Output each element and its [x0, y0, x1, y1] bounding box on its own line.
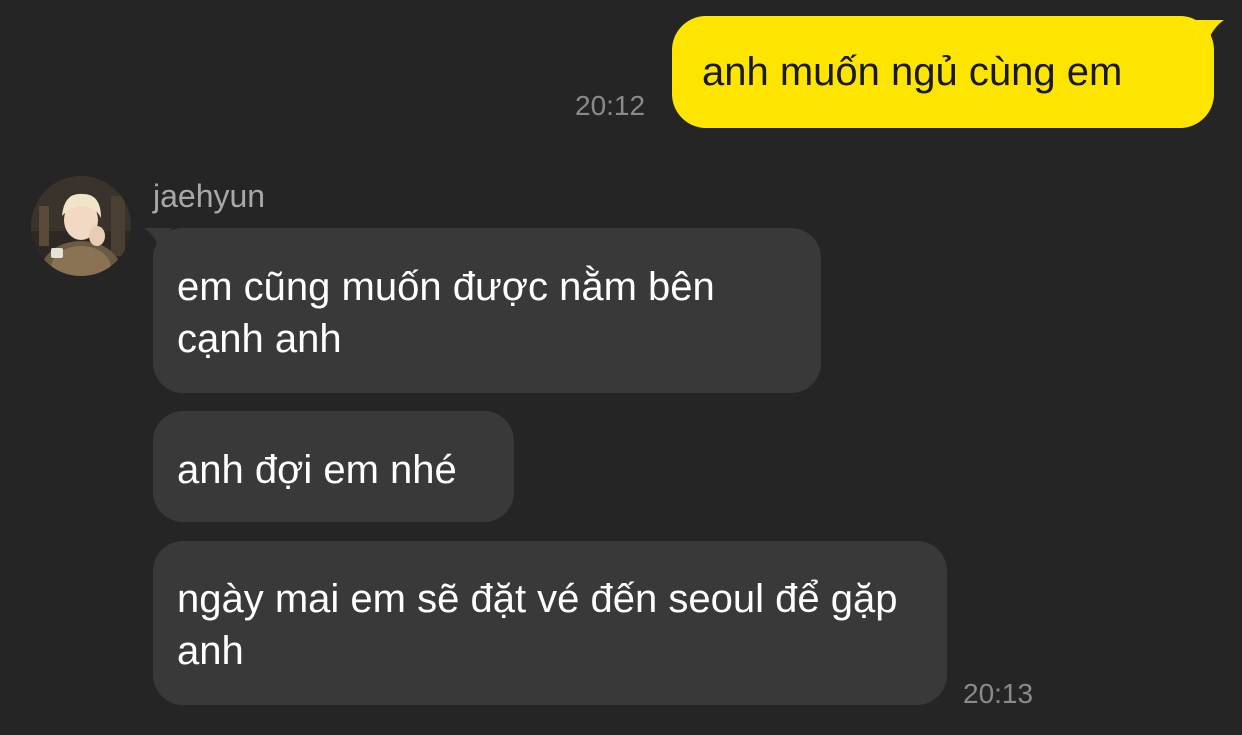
incoming-message-text: em cũng muốn được nằm bên cạnh anh [177, 265, 715, 361]
outgoing-message-text: anh muốn ngủ cùng em [702, 50, 1123, 94]
incoming-message-bubble[interactable]: ngày mai em sẽ đặt vé đến seoul để gặp a… [153, 541, 947, 705]
incoming-message-bubble[interactable]: anh đợi em nhé [153, 411, 514, 522]
outgoing-message-bubble[interactable]: anh muốn ngủ cùng em [672, 16, 1214, 128]
incoming-message-text: ngày mai em sẽ đặt vé đến seoul để gặp a… [177, 577, 898, 673]
avatar[interactable] [31, 176, 131, 276]
incoming-message-bubble[interactable]: em cũng muốn được nằm bên cạnh anh [153, 228, 821, 393]
incoming-timestamp: 20:13 [963, 678, 1034, 709]
outgoing-timestamp: 20:12 [575, 90, 646, 121]
incoming-message-text: anh đợi em nhé [177, 448, 457, 492]
sender-name: jaehyun [153, 178, 266, 214]
avatar-photo-icon [31, 176, 131, 276]
chat-window: 20:12 anh muốn ngủ cùng em jaehyun em cũ… [0, 0, 1242, 735]
